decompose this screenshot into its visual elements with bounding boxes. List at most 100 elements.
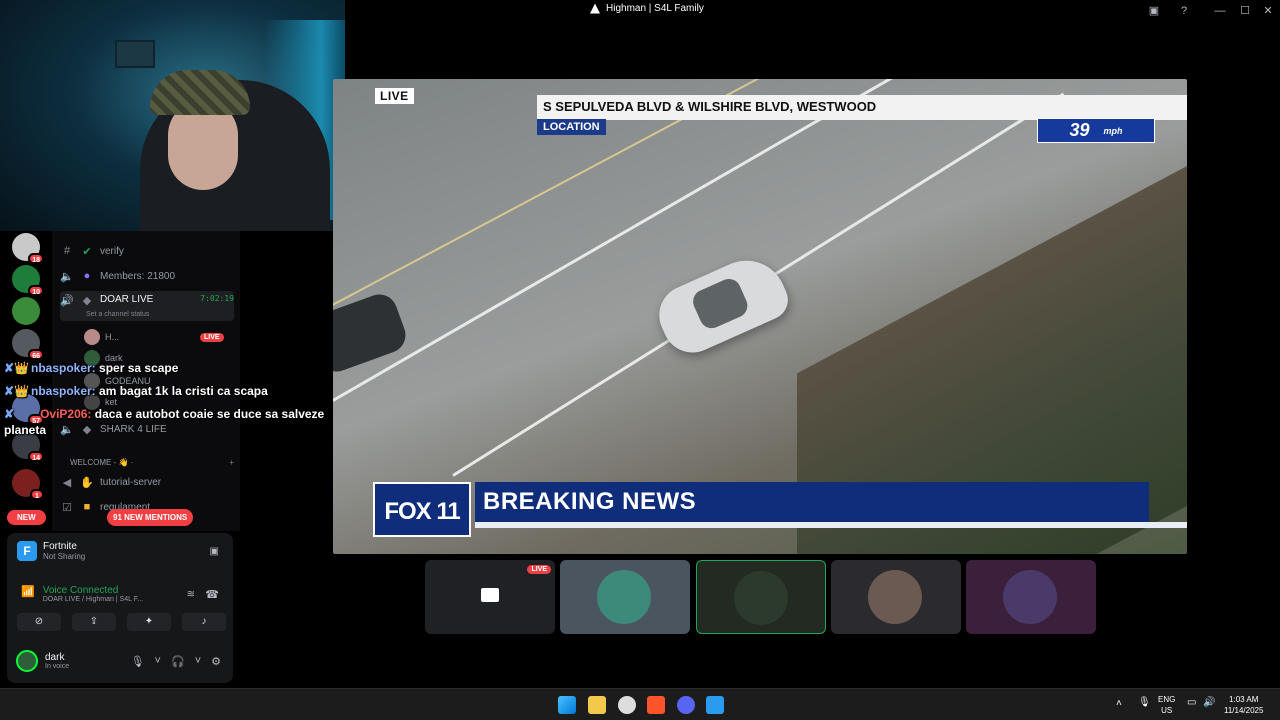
clock-date: 11/14/2025 xyxy=(1224,706,1264,715)
disconnect-icon[interactable]: ☎ xyxy=(205,588,219,601)
category-welcome[interactable]: WELCOME - 👋 · + xyxy=(60,451,234,473)
soundboard-icon[interactable]: ♪ xyxy=(182,613,226,631)
voice-user-name: H... xyxy=(105,332,120,342)
person-icon: ● xyxy=(83,270,91,282)
white-car xyxy=(649,247,795,363)
volume-icon[interactable]: 🔊 xyxy=(1203,697,1215,708)
camera-off-icon[interactable]: ⊘ xyxy=(17,613,61,631)
speed-value: 39 xyxy=(1069,120,1090,140)
channel-status[interactable]: Set a channel status xyxy=(86,311,149,318)
webcam-overlay xyxy=(0,0,345,231)
chevron-down-icon[interactable]: ˅ xyxy=(155,655,161,668)
window-title: Highman | S4L Family xyxy=(590,3,704,14)
server-icon[interactable]: 18 xyxy=(12,233,44,264)
inbox-icon[interactable]: ▣ xyxy=(1145,3,1163,19)
twitch-icon: ✘👑 xyxy=(4,361,29,375)
avatar xyxy=(597,570,651,624)
participant-tile[interactable] xyxy=(696,560,826,634)
participant-tile[interactable]: LIVE xyxy=(425,560,555,634)
wall-frame xyxy=(115,40,155,68)
live-badge: LIVE xyxy=(527,565,551,574)
twitch-icon: ✘ xyxy=(4,407,15,421)
add-channel-icon[interactable]: + xyxy=(229,458,234,467)
user-name: dark xyxy=(45,652,65,663)
server-icon[interactable]: 10 xyxy=(12,265,44,296)
speed-box: 39 mph xyxy=(1037,118,1155,143)
server-badge: 14 xyxy=(28,451,44,462)
microphone-icon[interactable]: 🎙 xyxy=(1138,697,1151,708)
file-explorer-icon[interactable] xyxy=(588,696,606,714)
noise-suppression-icon[interactable]: ≋ xyxy=(187,589,195,600)
chevron-down-icon[interactable]: ˅ xyxy=(195,655,201,668)
channel-tutorial[interactable]: ◀ ✋ tutorial-server xyxy=(60,471,234,493)
server-icon[interactable]: 66 xyxy=(12,329,44,360)
chat-message: ✘ OviP206: daca e autobot coaie se duce s… xyxy=(4,406,339,438)
voice-location[interactable]: DOAR LIVE / Highman | S4L F... xyxy=(43,596,143,603)
activity-sub: Not Sharing xyxy=(43,552,86,561)
channel-members[interactable]: 🔈 ● Members: 21800 xyxy=(60,265,234,287)
close-button[interactable]: ✕ xyxy=(1259,3,1277,19)
participant-tile[interactable] xyxy=(560,560,690,634)
gear-icon[interactable]: ⚙ xyxy=(211,655,221,668)
clock[interactable]: 1:03 AM 11/14/2025 xyxy=(1224,694,1263,716)
mentions-button[interactable]: 91 NEW MENTIONS xyxy=(107,509,194,526)
location-tag: LOCATION xyxy=(537,119,606,135)
chat-message: ✘👑 nbaspoker: am bagat 1k la cristi ca sc… xyxy=(4,380,339,403)
live-badge: LIVE xyxy=(200,332,224,342)
channel-label: Members: 21800 xyxy=(100,270,176,282)
chevron-up-icon[interactable]: ˄ xyxy=(1116,698,1122,709)
channel-label: tutorial-server xyxy=(100,476,162,488)
share-screen-icon[interactable]: ▣ xyxy=(210,546,219,557)
new-badge[interactable]: NEW xyxy=(7,510,46,525)
current-user[interactable]: dark In voice xyxy=(16,650,69,672)
stream-video[interactable]: LIVE S SEPULVEDA BLVD & WILSHIRE BLVD, W… xyxy=(333,79,1187,554)
network-logo: FOX 11 xyxy=(373,482,471,537)
windows-start-icon[interactable] xyxy=(558,696,576,714)
language-indicator[interactable]: ENG US xyxy=(1158,694,1175,716)
avatar xyxy=(1003,570,1057,624)
speaker-icon: 🔊 xyxy=(60,295,74,307)
user-status: In voice xyxy=(45,663,70,670)
network-icon[interactable]: ▭ xyxy=(1187,697,1196,708)
avatar xyxy=(734,571,788,625)
speaker-icon: 🔈 xyxy=(60,270,74,283)
avatar xyxy=(84,329,100,345)
hand-icon: ✋ xyxy=(80,476,94,489)
avatar xyxy=(16,650,38,672)
taskbar: ˄ 🎙 ENG US ▭ 🔊 1:03 AM 11/14/2025 xyxy=(0,688,1280,720)
brave-icon[interactable] xyxy=(647,696,665,714)
participant-tile[interactable] xyxy=(966,560,1096,634)
channel-verify[interactable]: # ✔ verify xyxy=(60,240,234,262)
avatar xyxy=(868,570,922,624)
maximize-button[interactable]: ☐ xyxy=(1236,3,1254,19)
location-banner: S SEPULVEDA BLVD & WILSHIRE BLVD, WESTWO… xyxy=(537,95,1187,120)
server-icon[interactable]: 1 xyxy=(12,469,44,500)
live-tag: LIVE xyxy=(375,88,414,104)
voice-user[interactable]: H... LIVE xyxy=(84,329,224,345)
microphone-icon[interactable]: 🎙 xyxy=(131,655,145,668)
screen-share-icon[interactable]: ⇪ xyxy=(72,613,116,631)
activity-name: Fortnite xyxy=(43,541,77,552)
rules-icon: ☑ xyxy=(62,501,72,514)
activities-icon[interactable]: ✦ xyxy=(127,613,171,631)
twitch-icon: ✘👑 xyxy=(4,384,29,398)
voice-connection: 📶 Voice Connected DOAR LIVE / Highman | … xyxy=(21,585,143,603)
help-icon[interactable]: ? xyxy=(1175,3,1193,19)
fortnite-icon[interactable] xyxy=(706,696,724,714)
channel-label: DOAR LIVE xyxy=(100,294,154,305)
ticker-line xyxy=(475,522,1187,528)
discord-icon[interactable] xyxy=(677,696,695,714)
user-controls: 🎙 ˅ 🎧 ˅ ⚙ xyxy=(131,655,221,668)
voice-status[interactable]: Voice Connected xyxy=(43,585,143,596)
chat-text: am bagat 1k la cristi ca scapa xyxy=(99,384,268,398)
title-bar: Highman | S4L Family ▣ ? — ☐ ✕ xyxy=(345,0,1280,22)
activity-status[interactable]: F Fortnite Not Sharing xyxy=(17,541,85,561)
clock-time: 1:03 AM xyxy=(1229,695,1259,704)
minimize-button[interactable]: — xyxy=(1211,3,1229,19)
server-badge: 1 xyxy=(30,489,44,500)
chrome-icon[interactable] xyxy=(618,696,636,714)
participant-tile[interactable] xyxy=(831,560,961,634)
screen: Highman | S4L Family ▣ ? — ☐ ✕ 18 10 66 … xyxy=(0,0,1280,720)
server-icon[interactable] xyxy=(12,297,40,325)
headphones-icon[interactable]: 🎧 xyxy=(171,655,185,668)
